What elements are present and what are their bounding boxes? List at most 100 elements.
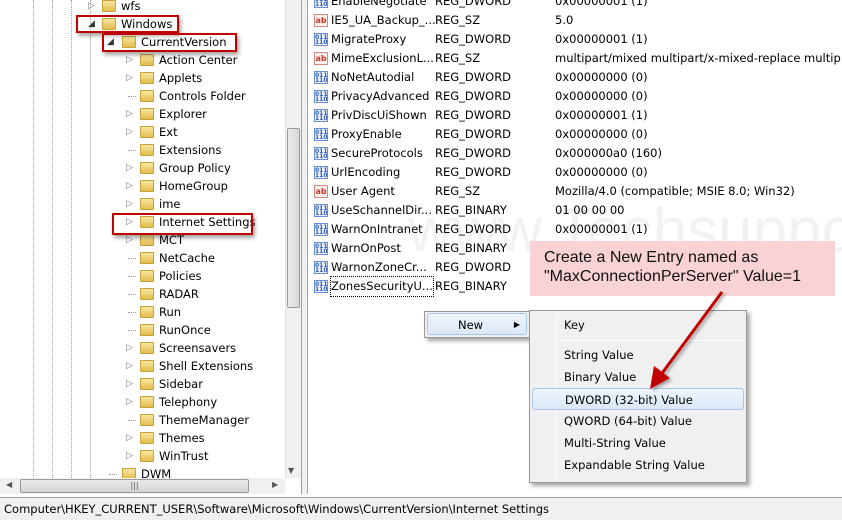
tree-item[interactable]: ▷ Explorer (0, 105, 285, 123)
tree-item[interactable]: ▷ Shell Extensions (0, 357, 285, 375)
scroll-right-icon[interactable]: ▶ (272, 480, 278, 489)
value-type: REG_DWORD (435, 108, 512, 122)
value-row[interactable]: 011110EnableNegotiate REG_DWORD 0x00000001… (308, 0, 842, 11)
value-type: REG_BINARY (435, 203, 507, 217)
folder-icon (140, 450, 154, 462)
folder-icon (140, 162, 154, 174)
submenu-item[interactable]: String Value (532, 344, 744, 366)
expand-icon[interactable]: ▷ (126, 357, 133, 375)
tree-item[interactable]: ▷ ime (0, 195, 285, 213)
tree-item[interactable]: ThemeManager (0, 411, 285, 429)
submenu-item[interactable]: QWORD (64-bit) Value (532, 410, 744, 432)
value-name: User Agent (331, 184, 395, 198)
value-row[interactable]: 011 110 SecureProtocols REG_DWORD 0x000000a0… (308, 144, 842, 163)
submenu-item[interactable]: Expandable String Value (532, 454, 744, 476)
tree-item[interactable]: ▷ Sidebar (0, 375, 285, 393)
tree-item[interactable]: RunOnce (0, 321, 285, 339)
tree-item[interactable]: Policies (0, 267, 285, 285)
scroll-down-icon[interactable]: ▼ (288, 466, 294, 475)
value-data: multipart/mixed multipart/x-mixed-replac… (555, 51, 842, 65)
value-row[interactable]: 011 110 ProxyEnable REG_DWORD 0x00000000 (0) (308, 125, 842, 144)
folder-icon (140, 414, 154, 426)
menu-item-label: New (458, 318, 484, 332)
folder-icon (140, 144, 154, 156)
tree-item-label: Themes (159, 431, 205, 445)
annotation-line-1: Create a New Entry named as (544, 249, 759, 266)
scroll-left-icon[interactable]: ◀ (6, 480, 12, 489)
expand-icon[interactable]: ▷ (126, 105, 133, 123)
value-name: IE5_UA_Backup_... (331, 13, 436, 27)
tree-item[interactable]: ▷ Action Center (0, 51, 285, 69)
value-type: REG_DWORD (435, 165, 512, 179)
value-row[interactable]: 011 110 UseSchannelDir... REG_BINARY 01 00 0… (308, 201, 842, 220)
tree-item-label: Applets (159, 71, 203, 85)
tree-item-label: Action Center (159, 53, 238, 67)
value-row[interactable]: 011 110 PrivDiscUiShown REG_DWORD 0x00000001… (308, 106, 842, 125)
tree-item[interactable]: ▷ wfs (0, 0, 285, 15)
tree-item[interactable]: Controls Folder (0, 87, 285, 105)
submenu-item[interactable]: Multi-String Value (532, 432, 744, 454)
folder-icon (140, 324, 154, 336)
tree-item[interactable]: ▷ Screensavers (0, 339, 285, 357)
folder-icon (140, 378, 154, 390)
value-row[interactable]: ab IE5_UA_Backup_... REG_SZ 5.0 (308, 11, 842, 30)
expand-icon[interactable]: ▷ (126, 339, 133, 357)
tree-item[interactable]: ▷ HomeGroup (0, 177, 285, 195)
tree-item[interactable]: ▷ Themes (0, 429, 285, 447)
expand-icon[interactable]: ▷ (126, 393, 133, 411)
expand-icon[interactable]: ▷ (126, 375, 133, 393)
value-row[interactable]: 011 110 NoNetAutodial REG_DWORD 0x00000000 (… (308, 68, 842, 87)
tree-item[interactable]: ▷ WinTrust (0, 447, 285, 465)
tree-connector (128, 258, 136, 259)
registry-binary-icon: 011110 (314, 166, 328, 179)
value-data: 01 00 00 00 (555, 203, 625, 217)
tree-vertical-scroll-thumb[interactable] (287, 128, 300, 308)
value-data: 0x00000001 (1) (555, 0, 648, 8)
highlight-box-currentversion (102, 33, 237, 52)
folder-icon (140, 108, 154, 120)
expand-icon[interactable]: ▷ (126, 429, 133, 447)
value-name: NoNetAutodial (331, 70, 415, 84)
value-type: REG_SZ (435, 184, 481, 198)
tree-item-label: Policies (159, 269, 202, 283)
menu-item-new[interactable]: New ▶ (427, 313, 527, 335)
submenu-item-label: Binary Value (564, 370, 637, 384)
submenu-item[interactable]: Key (532, 314, 744, 336)
registry-binary-icon: 011110 (314, 71, 328, 84)
value-row[interactable]: 011 110 UrlEncoding REG_DWORD 0x00000000 (0) (308, 163, 842, 182)
expand-icon[interactable]: ▷ (126, 447, 133, 465)
value-type: REG_SZ (435, 13, 481, 27)
folder-icon (140, 126, 154, 138)
tree-horizontal-scroll-thumb[interactable]: ||| (20, 479, 249, 493)
tree-item[interactable]: ▷ Ext (0, 123, 285, 141)
value-row[interactable]: ab User Agent REG_SZ Mozilla/4.0 (compatibl… (308, 182, 842, 201)
menu-separator (560, 340, 744, 341)
tree-item[interactable]: NetCache (0, 249, 285, 267)
value-row[interactable]: 011 110 WarnOnIntranet REG_DWORD 0x00000001 … (308, 220, 842, 239)
submenu-item[interactable]: DWORD (32-bit) Value (532, 388, 744, 410)
registry-string-icon: ab (314, 14, 328, 27)
value-name: WarnOnPost (331, 241, 401, 255)
value-row[interactable]: 011 110 MigrateProxy REG_DWORD 0x00000001 (1… (308, 30, 842, 49)
registry-binary-icon: 011110 (314, 261, 328, 274)
registry-binary-icon: 011110 (314, 90, 328, 103)
submenu-item[interactable]: Binary Value (532, 366, 744, 388)
expand-icon[interactable]: ▷ (126, 195, 133, 213)
tree-item-label: Run (159, 305, 182, 319)
tree-item[interactable]: Run (0, 303, 285, 321)
value-row[interactable]: 011 110 PrivacyAdvanced REG_DWORD 0x00000000… (308, 87, 842, 106)
tree-connector (128, 312, 136, 313)
registry-tree-pane[interactable]: ▷ wfs ◢ Windows ◢ CurrentVersion ▷ Action Cente… (0, 0, 302, 494)
tree-item[interactable]: ▷ Group Policy (0, 159, 285, 177)
tree-item[interactable]: Extensions (0, 141, 285, 159)
tree-item[interactable]: ▷ Telephony (0, 393, 285, 411)
tree-item[interactable]: RADAR (0, 285, 285, 303)
expand-icon[interactable]: ▷ (126, 51, 133, 69)
expand-icon[interactable]: ▷ (126, 69, 133, 87)
expand-icon[interactable]: ▷ (126, 123, 133, 141)
expand-icon[interactable]: ▷ (126, 177, 133, 195)
expand-icon[interactable]: ▷ (88, 0, 95, 15)
expand-icon[interactable]: ▷ (126, 159, 133, 177)
tree-item[interactable]: ▷ Applets (0, 69, 285, 87)
value-row[interactable]: ab MimeExclusionL... REG_SZ multipart/mixed… (308, 49, 842, 68)
